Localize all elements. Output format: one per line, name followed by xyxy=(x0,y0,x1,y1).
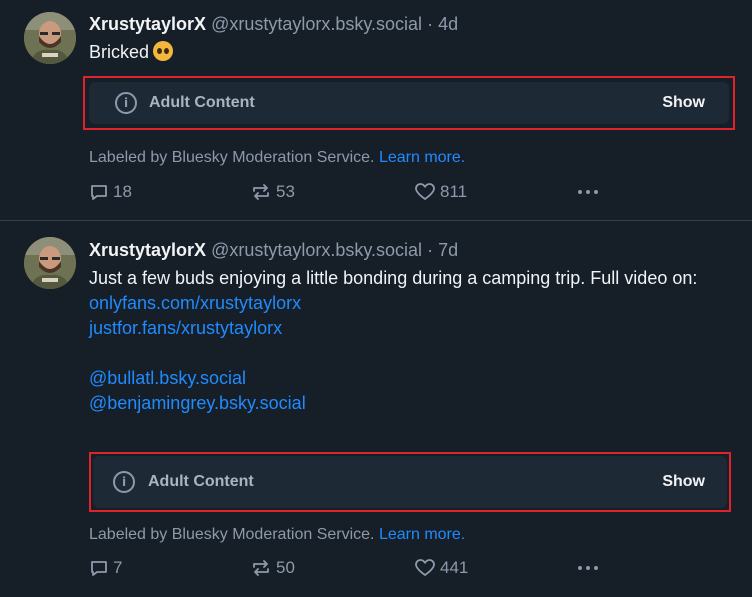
repost-count: 50 xyxy=(276,558,295,577)
post-text-content: Bricked xyxy=(89,42,150,62)
like-count: 811 xyxy=(440,182,468,201)
info-icon: i xyxy=(115,92,137,114)
author-name[interactable]: XrustytaylorX xyxy=(89,240,206,260)
avatar[interactable] xyxy=(24,12,76,64)
repost-count: 53 xyxy=(276,182,295,201)
content-warning[interactable]: i Adult Content Show xyxy=(89,82,729,124)
author-handle[interactable]: @xrustytaylorx.bsky.social xyxy=(211,14,422,34)
content-warning-highlight: i Adult Content Show xyxy=(89,452,731,512)
content-warning-label: Adult Content xyxy=(148,473,254,490)
reply-button[interactable]: 7 xyxy=(89,556,122,580)
show-content-button[interactable]: Show xyxy=(662,93,705,113)
moderation-text: Labeled by Bluesky Moderation Service. xyxy=(89,526,375,543)
like-count: 441 xyxy=(440,558,469,577)
post-text: Just a few buds enjoying a little bondin… xyxy=(89,266,739,416)
like-button[interactable]: 811 xyxy=(414,180,467,204)
post-time[interactable]: 7d xyxy=(438,240,458,260)
post-text-content: Just a few buds enjoying a little bondin… xyxy=(89,268,698,288)
pleading-face-emoji xyxy=(153,41,174,61)
reply-icon xyxy=(91,185,107,200)
post-meta: XrustytaylorX @xrustytaylorx.bsky.social… xyxy=(89,239,458,261)
info-icon: i xyxy=(113,471,135,493)
mention-link[interactable]: @bullatl.bsky.social xyxy=(89,366,739,391)
moderation-label: Labeled by Bluesky Moderation Service. L… xyxy=(89,148,465,168)
more-options-button[interactable] xyxy=(576,556,604,580)
moderation-label: Labeled by Bluesky Moderation Service. L… xyxy=(89,525,465,545)
like-button[interactable]: 441 xyxy=(414,556,468,580)
post-text: Bricked xyxy=(89,40,739,65)
repost-button[interactable]: 53 xyxy=(250,180,295,204)
reply-icon xyxy=(91,561,107,576)
post-actions: 7 50 441 xyxy=(0,556,752,580)
content-warning-highlight: i Adult Content Show xyxy=(83,76,735,130)
post-meta: XrustytaylorX @xrustytaylorx.bsky.social… xyxy=(89,13,458,35)
repost-icon xyxy=(253,560,269,576)
learn-more-link[interactable]: Learn more. xyxy=(379,526,465,543)
post[interactable]: XrustytaylorX @xrustytaylorx.bsky.social… xyxy=(0,0,752,221)
repost-icon xyxy=(253,184,269,200)
author-handle[interactable]: @xrustytaylorx.bsky.social xyxy=(211,240,422,260)
external-link[interactable]: justfor.fans/xrustytaylorx xyxy=(89,316,739,341)
learn-more-link[interactable]: Learn more. xyxy=(379,149,465,166)
more-options-icon xyxy=(578,190,598,194)
external-link[interactable]: onlyfans.com/xrustytaylorx xyxy=(89,291,739,316)
more-options-icon xyxy=(578,566,598,570)
post-actions: 18 53 811 xyxy=(0,180,752,204)
author-name[interactable]: XrustytaylorX xyxy=(89,14,206,34)
reply-button[interactable]: 18 xyxy=(89,180,132,204)
repost-button[interactable]: 50 xyxy=(250,556,295,580)
show-content-button[interactable]: Show xyxy=(662,472,705,492)
feed: XrustytaylorX @xrustytaylorx.bsky.social… xyxy=(0,0,752,597)
heart-icon xyxy=(415,559,435,576)
mention-link[interactable]: @benjamingrey.bsky.social xyxy=(89,391,739,416)
heart-icon xyxy=(415,183,435,200)
post-time[interactable]: 4d xyxy=(438,14,458,34)
meta-separator: · xyxy=(427,240,434,260)
content-warning-label: Adult Content xyxy=(149,94,255,111)
avatar[interactable] xyxy=(24,237,76,289)
moderation-text: Labeled by Bluesky Moderation Service. xyxy=(89,149,375,166)
post[interactable]: XrustytaylorX @xrustytaylorx.bsky.social… xyxy=(0,221,752,597)
content-warning[interactable]: i Adult Content Show xyxy=(93,456,727,508)
meta-separator: · xyxy=(427,14,434,34)
reply-count: 18 xyxy=(113,182,132,201)
more-options-button[interactable] xyxy=(576,180,604,204)
reply-count: 7 xyxy=(113,558,123,577)
